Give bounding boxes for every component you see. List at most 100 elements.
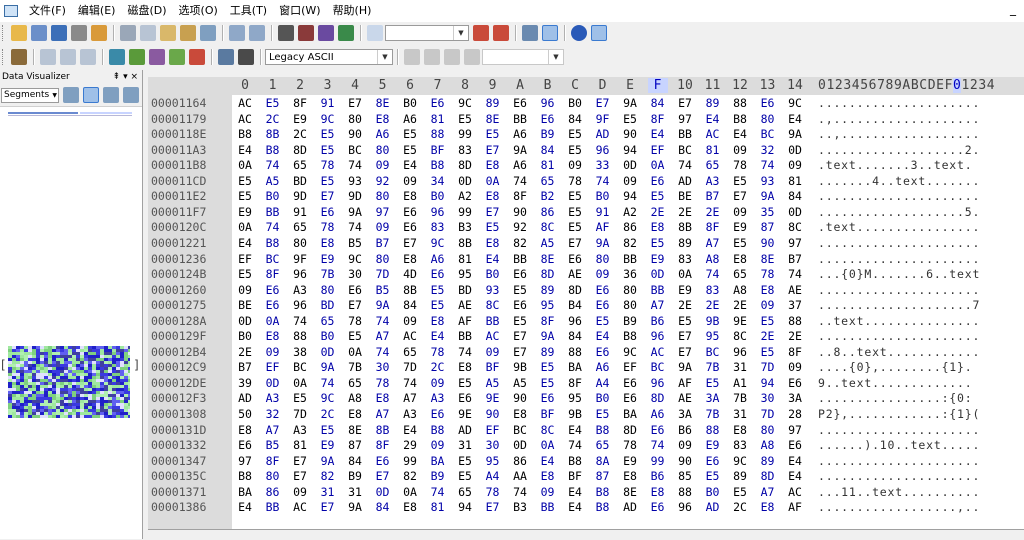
hex-byte[interactable]: 09	[428, 376, 448, 392]
hex-byte[interactable]: 2C	[290, 127, 310, 143]
hex-byte[interactable]: 96	[565, 314, 585, 330]
hex-byte[interactable]: A8	[703, 252, 723, 268]
hex-byte[interactable]: BD	[318, 298, 338, 314]
hex-byte[interactable]: 8D	[290, 143, 310, 159]
hex-byte[interactable]: E5	[455, 454, 475, 470]
hex-byte[interactable]: E8	[400, 189, 420, 205]
prev-page-icon[interactable]	[424, 49, 440, 65]
hex-byte[interactable]: E8	[620, 469, 640, 485]
hex-byte[interactable]: 96	[428, 205, 448, 221]
hex-byte[interactable]: 7B	[703, 360, 723, 376]
hex-byte[interactable]: E7	[510, 345, 530, 361]
hex-byte[interactable]: 78	[318, 220, 338, 236]
info-icon[interactable]	[591, 25, 607, 41]
goto-back-icon[interactable]	[473, 25, 489, 41]
hex-byte[interactable]: A3	[290, 283, 310, 299]
hex-byte[interactable]: A8	[758, 438, 778, 454]
hex-byte[interactable]: 7B	[345, 360, 365, 376]
hex-byte[interactable]: 78	[565, 174, 585, 190]
hex-byte[interactable]: 8E	[483, 112, 503, 128]
hex-byte[interactable]: 2E	[758, 329, 778, 345]
hex-byte[interactable]: E9	[675, 283, 695, 299]
hex-byte[interactable]: B8	[565, 454, 585, 470]
hex-byte[interactable]: E4	[648, 127, 668, 143]
hex-byte[interactable]: A5	[510, 376, 530, 392]
hex-byte[interactable]: E6	[510, 298, 530, 314]
hex-byte[interactable]: 0D	[785, 205, 805, 221]
hammer-icon[interactable]	[11, 49, 27, 65]
hex-byte[interactable]: E8	[263, 329, 283, 345]
hex-byte[interactable]: 9C	[730, 454, 750, 470]
hex-byte[interactable]: AF	[675, 376, 695, 392]
hex-byte[interactable]: BA	[565, 360, 585, 376]
hex-byte[interactable]: 94	[620, 189, 640, 205]
hex-byte[interactable]: 96	[675, 500, 695, 516]
hex-byte[interactable]: 80	[290, 236, 310, 252]
hex-byte[interactable]: E4	[235, 236, 255, 252]
hex-row[interactable]: 000012DE 39 0D 0A 74 65 78 74 09 E5 A5 A5 E5 8F A4 E6 96…	[148, 376, 1024, 392]
hex-byte[interactable]: 88	[290, 329, 310, 345]
hex-byte[interactable]: 09	[263, 345, 283, 361]
hex-row[interactable]: 0000128A 0D 0A 74 65 78 74 09 E8 AF BB E5 8F 96 E5 B9 B6…	[148, 314, 1024, 330]
hex-byte[interactable]: BC	[758, 127, 778, 143]
hex-byte[interactable]: E5	[730, 485, 750, 501]
refresh-icon[interactable]	[338, 25, 354, 41]
hex-byte[interactable]: 8B	[675, 220, 695, 236]
hex-byte[interactable]: E5	[235, 174, 255, 190]
hex-byte[interactable]: 8F	[785, 345, 805, 361]
hex-byte[interactable]: 74	[428, 485, 448, 501]
hex-byte[interactable]: E7	[290, 469, 310, 485]
hex-row[interactable]: 00001347 97 8F E7 9A 84 E6 99 BA E5 95 86 E4 B8 8A E9 99…	[148, 454, 1024, 470]
ascii-text[interactable]: .....................	[818, 252, 980, 268]
hex-byte[interactable]: B8	[428, 158, 448, 174]
hex-byte[interactable]: 33	[593, 158, 613, 174]
hex-byte[interactable]: E6	[648, 423, 668, 439]
hex-byte[interactable]: 95	[703, 329, 723, 345]
hex-byte[interactable]: AF	[785, 500, 805, 516]
hex-byte[interactable]: 74	[648, 438, 668, 454]
hex-row[interactable]: 000011F7 E9 BB 91 E6 9A 97 E6 96 99 E7 90 86 E5 91 A2 2E…	[148, 205, 1024, 221]
hex-byte[interactable]: 9A	[345, 205, 365, 221]
hex-byte[interactable]: 78	[345, 314, 365, 330]
hex-byte[interactable]: E5	[730, 236, 750, 252]
chevron-down-icon[interactable]: ▼	[377, 50, 392, 64]
hex-byte[interactable]: 9A	[593, 236, 613, 252]
hex-byte[interactable]: E6	[400, 205, 420, 221]
hex-byte[interactable]: A2	[620, 205, 640, 221]
hex-byte[interactable]: 7D	[290, 407, 310, 423]
statistics-icon[interactable]	[189, 49, 205, 65]
hex-byte[interactable]: 74	[345, 220, 365, 236]
hex-byte[interactable]: E5	[455, 469, 475, 485]
hex-byte[interactable]: 8D	[538, 267, 558, 283]
hex-byte[interactable]: 9A	[318, 360, 338, 376]
hex-byte[interactable]: B7	[785, 252, 805, 268]
hex-byte[interactable]: E6	[785, 376, 805, 392]
hex-byte[interactable]: 96	[290, 267, 310, 283]
hex-byte[interactable]: B0	[235, 329, 255, 345]
hex-byte[interactable]: 99	[455, 205, 475, 221]
hex-byte[interactable]: 99	[648, 454, 668, 470]
hex-byte[interactable]: 9A	[675, 360, 695, 376]
hex-byte[interactable]: 7D	[758, 360, 778, 376]
hex-byte[interactable]: 80	[373, 189, 393, 205]
hex-byte[interactable]: 0A	[235, 220, 255, 236]
hex-byte[interactable]: 94	[758, 376, 778, 392]
hex-byte[interactable]: BE	[235, 298, 255, 314]
toolbar-grip[interactable]	[2, 25, 6, 41]
hex-byte[interactable]: AD	[593, 127, 613, 143]
hex-byte[interactable]: E6	[648, 500, 668, 516]
hex-byte[interactable]: E8	[235, 423, 255, 439]
hex-byte[interactable]: 0A	[263, 314, 283, 330]
hex-byte[interactable]: A6	[593, 360, 613, 376]
hex-byte[interactable]: E7	[675, 345, 695, 361]
ascii-text[interactable]: .......4..text.......	[818, 174, 980, 190]
ascii-text[interactable]: .....................	[818, 423, 980, 439]
hash-icon[interactable]	[149, 49, 165, 65]
hex-byte[interactable]: BB	[675, 127, 695, 143]
hex-byte[interactable]: E4	[593, 329, 613, 345]
hex-byte[interactable]: B0	[703, 485, 723, 501]
hex-byte[interactable]: 81	[290, 438, 310, 454]
hex-byte[interactable]: 97	[235, 454, 255, 470]
hex-byte[interactable]: 65	[290, 158, 310, 174]
minimize-button[interactable]: _	[1010, 2, 1016, 16]
